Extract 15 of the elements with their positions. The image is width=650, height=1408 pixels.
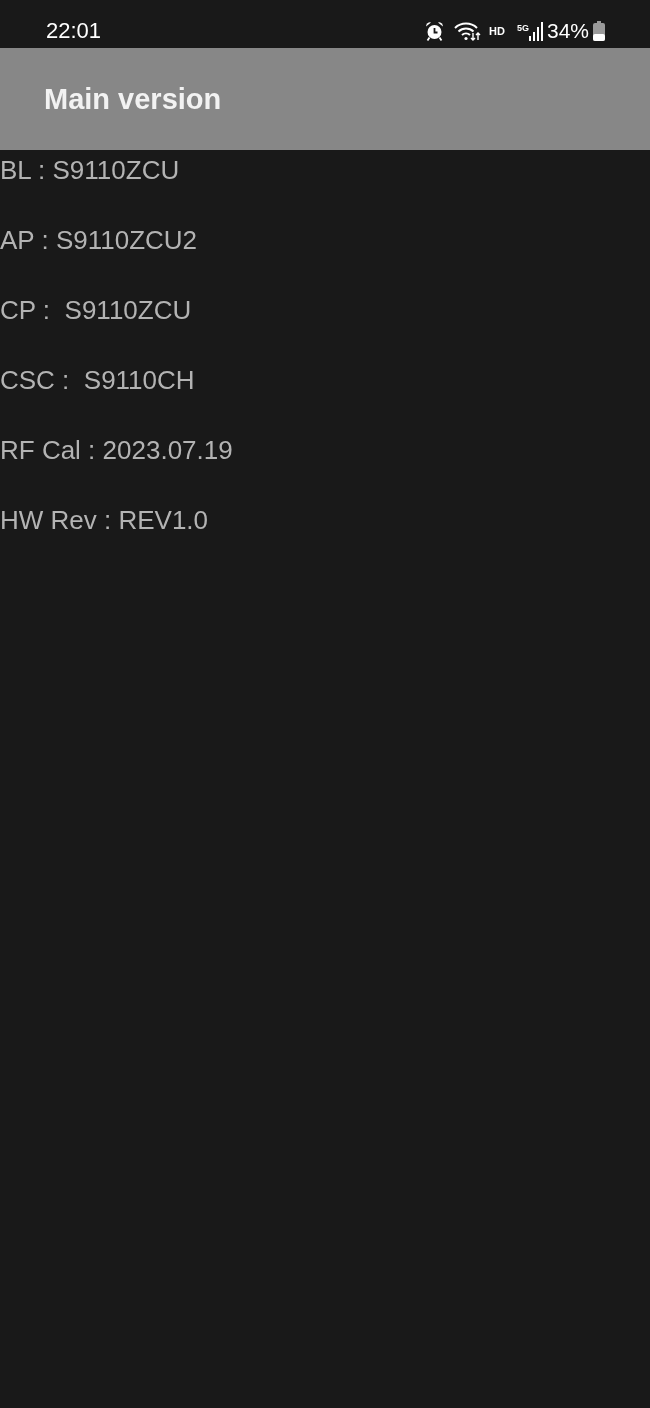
version-info-text: AP : S9110ZCU2 bbox=[0, 225, 198, 255]
screen-title: Main version bbox=[44, 82, 222, 116]
battery-percentage: 34% bbox=[546, 19, 589, 43]
hd-label: HD bbox=[489, 25, 505, 37]
clock-time: 22:01 bbox=[46, 18, 102, 44]
wifi-icon bbox=[454, 21, 482, 41]
version-info-text: HW Rev : REV1.0 bbox=[0, 505, 209, 535]
signal-bars-icon bbox=[528, 21, 543, 41]
version-info-text: RF Cal : 2023.07.19 bbox=[0, 435, 233, 465]
version-info-text: BL : S9110ZCU bbox=[0, 155, 180, 185]
version-info-text: CP : S9110ZCU bbox=[0, 295, 192, 325]
battery-icon bbox=[593, 21, 605, 41]
network-type-label: 5G bbox=[516, 23, 529, 33]
version-info-text: CSC : S9110CH bbox=[0, 365, 195, 395]
alarm-clock-icon bbox=[425, 21, 445, 41]
